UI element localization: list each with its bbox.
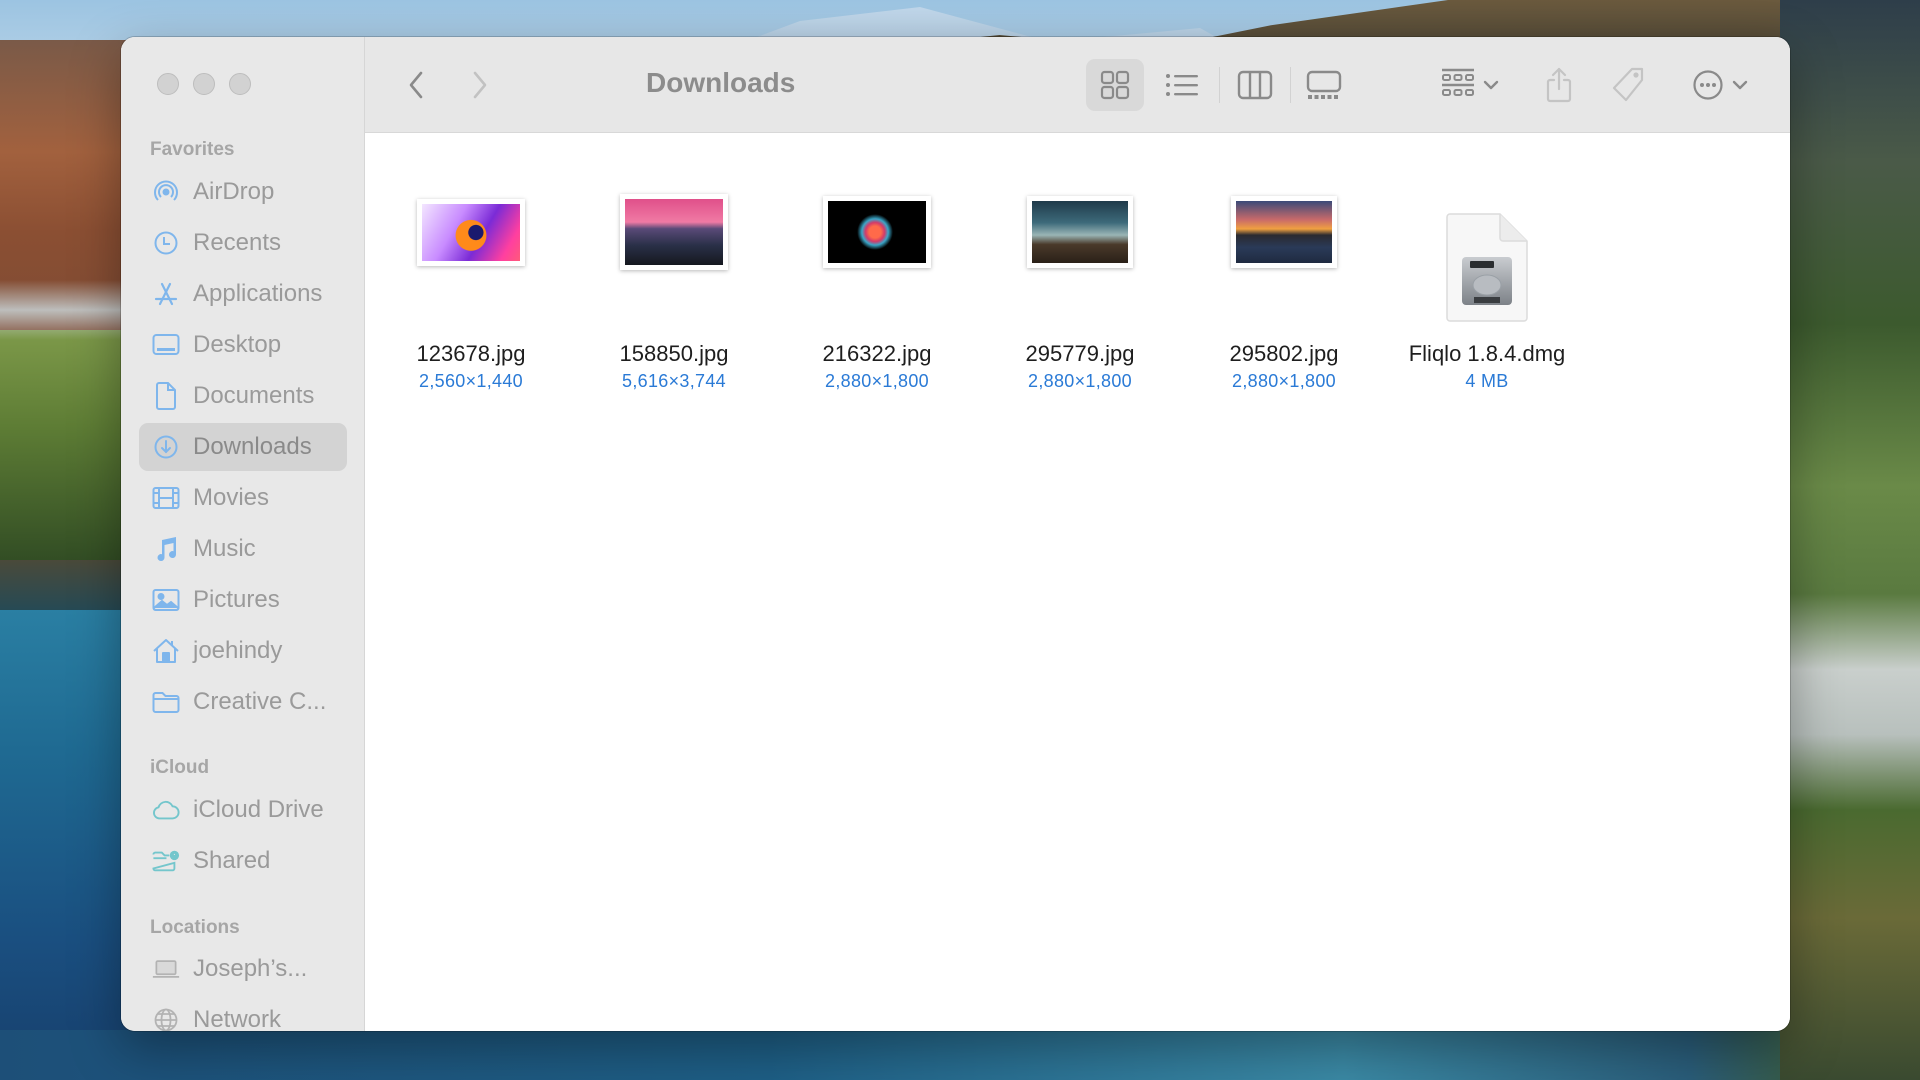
file-name: 295802.jpg [1229,341,1339,366]
section-header-favorites: Favorites [150,139,235,160]
toolbar: Downloads [365,37,1790,133]
sidebar-item-label: Desktop [193,331,282,358]
home-icon [152,637,180,665]
chevron-down-icon [1483,80,1499,90]
photo-icon [152,586,180,614]
sidebar-item-label: Music [193,535,256,562]
back-button[interactable] [398,61,434,109]
sidebar-item-pictures[interactable]: Pictures [139,576,347,624]
chevron-right-icon [473,71,487,99]
image-thumbnail [1231,196,1337,268]
section-header-icloud: iCloud [150,757,210,778]
file-dimensions: 2,880×1,800 [1232,371,1336,391]
desktop-icon [152,331,180,359]
window-title: Downloads [646,67,796,98]
sidebar-item-josephs-mac[interactable]: Joseph’s... [139,945,347,993]
more-icon [1693,70,1723,100]
sidebar-item-label: Documents [193,382,315,409]
sidebar-item-applications[interactable]: Applications [139,270,347,318]
film-icon [152,484,180,512]
file-name: 216322.jpg [822,341,932,366]
grid-icon [1100,70,1130,100]
sidebar-item-label: Joseph’s... [193,955,308,982]
file-size: 4 MB [1465,371,1509,391]
sidebar: Favorites AirDrop Recents Applications D… [121,37,365,1031]
file-dimensions: 5,616×3,744 [622,371,726,391]
file-grid: 123678.jpg 2,560×1,440 158850.jpg 5,616×… [365,133,1790,1031]
sidebar-item-label: Downloads [193,433,312,460]
group-by-button[interactable] [1434,61,1506,109]
tag-icon [1612,67,1644,102]
file-dimensions: 2,880×1,800 [1028,371,1132,391]
sidebar-item-music[interactable]: Music [139,525,347,573]
sidebar-item-downloads[interactable]: Downloads [139,423,347,471]
sidebar-item-airdrop[interactable]: AirDrop [139,168,347,216]
columns-icon [1237,70,1273,100]
toolbar-divider [1290,67,1291,103]
folder-icon [152,688,180,716]
sidebar-item-shared[interactable]: Shared [139,837,347,885]
image-thumbnail [620,194,728,270]
sidebar-item-label: Shared [193,847,271,874]
file-name: 158850.jpg [619,341,729,366]
file-name: 295779.jpg [1025,341,1135,366]
image-thumbnail [417,198,525,266]
laptop-icon [152,955,180,983]
share-button[interactable] [1539,61,1579,109]
sidebar-item-label: Movies [193,484,270,511]
toolbar-divider [1219,67,1220,103]
sidebar-item-label: joehindy [193,637,283,664]
sidebar-item-movies[interactable]: Movies [139,474,347,522]
dmg-file-icon [1446,213,1528,322]
chevron-down-icon [1732,80,1748,90]
section-header-locations: Locations [150,917,240,938]
image-thumbnail [823,196,931,268]
forward-button[interactable] [462,61,498,109]
gallery-icon [1306,70,1342,99]
sidebar-item-icloud-drive[interactable]: iCloud Drive [139,786,347,834]
sidebar-item-label: Applications [193,280,323,307]
group-icon [1442,68,1474,96]
list-icon [1166,74,1198,96]
file-name: Fliqlo 1.8.4.dmg [1408,341,1566,366]
more-actions-button[interactable] [1685,61,1755,109]
icon-view-button[interactable] [1086,59,1144,111]
share-icon [1546,67,1572,103]
sidebar-item-label: AirDrop [193,178,275,205]
minimize-button[interactable] [193,73,215,95]
sidebar-item-label: Network [193,1006,282,1031]
image-thumbnail [1027,196,1133,268]
sidebar-item-recents[interactable]: Recents [139,219,347,267]
list-view-button[interactable] [1160,61,1204,109]
sidebar-item-documents[interactable]: Documents [139,372,347,420]
file-dimensions: 2,560×1,440 [419,371,523,391]
sidebar-item-label: Recents [193,229,282,256]
close-button[interactable] [157,73,179,95]
airdrop-icon [152,178,180,206]
file-name: 123678.jpg [416,341,526,366]
gallery-view-button[interactable] [1300,61,1348,109]
sidebar-item-label: Pictures [193,586,280,613]
finder-window: Favorites AirDrop Recents Applications D… [121,37,1790,1031]
tag-button[interactable] [1608,61,1650,109]
applications-icon [152,280,180,308]
file-dimensions: 2,880×1,800 [825,371,929,391]
column-view-button[interactable] [1231,61,1279,109]
cloud-icon [152,796,180,824]
globe-icon [152,1006,180,1031]
document-icon [152,382,180,410]
zoom-button[interactable] [229,73,251,95]
chevron-left-icon [409,71,423,99]
sidebar-item-label: Creative C... [193,688,327,715]
sidebar-item-network[interactable]: Network [139,996,347,1031]
sidebar-item-creative-cloud[interactable]: Creative C... [139,678,347,726]
music-note-icon [152,535,180,563]
shared-folder-icon [152,847,180,875]
clock-icon [152,229,180,257]
sidebar-item-desktop[interactable]: Desktop [139,321,347,369]
sidebar-item-label: iCloud Drive [193,796,324,823]
download-icon [152,433,180,461]
sidebar-item-joehindy[interactable]: joehindy [139,627,347,675]
